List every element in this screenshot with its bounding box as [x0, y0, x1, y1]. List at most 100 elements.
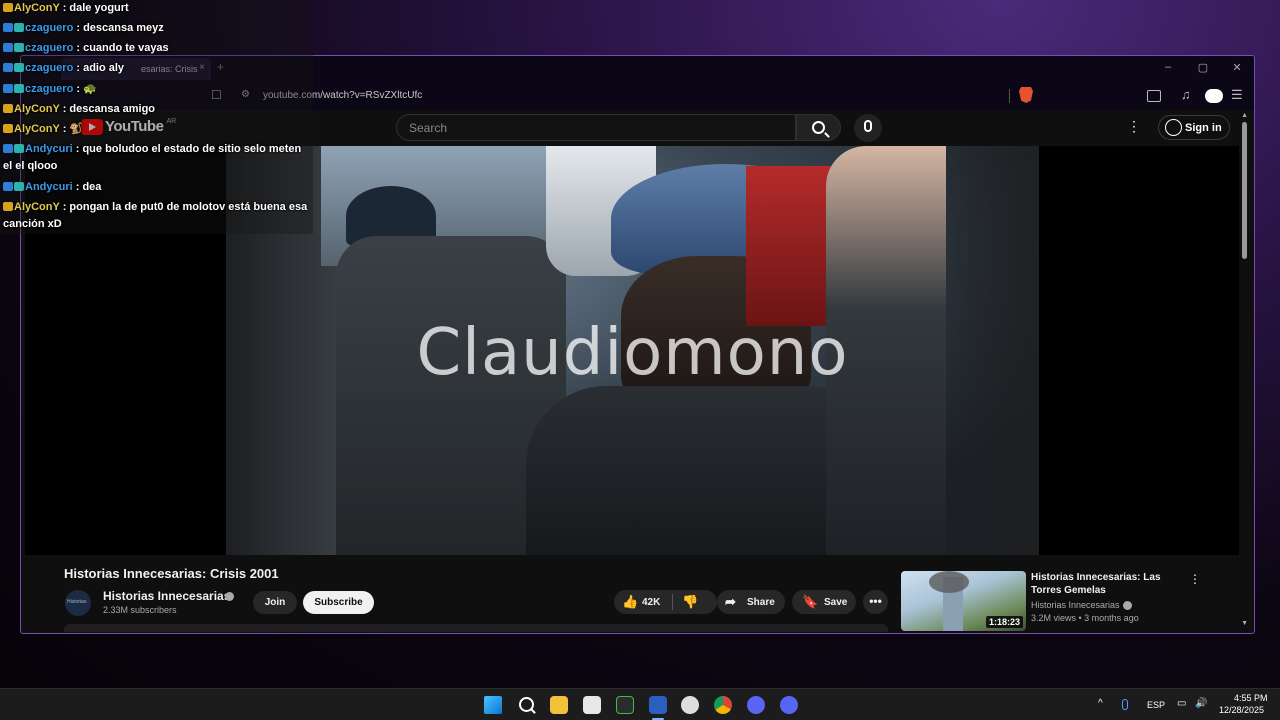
extension-icon[interactable]: [1205, 89, 1223, 103]
windows-start-icon[interactable]: [484, 696, 502, 714]
recommendation-title[interactable]: Historias Innecesarias: Las Torres Gemel…: [1031, 571, 1171, 597]
channel-name[interactable]: Historias Innecesarias: [103, 589, 230, 603]
brave-shields-icon[interactable]: [1019, 87, 1033, 103]
chat-badge-icon: [3, 182, 13, 191]
discord-icon[interactable]: [780, 696, 798, 714]
save-label: Save: [824, 597, 848, 608]
store-icon[interactable]: [583, 696, 601, 714]
video-watermark: Claudiomono: [416, 316, 849, 390]
description-box[interactable]: [64, 624, 888, 632]
thumbs-down-icon[interactable]: 👎: [682, 594, 698, 610]
chat-username[interactable]: AlyConY: [14, 123, 60, 135]
close-window-button[interactable]: ✕: [1229, 61, 1245, 74]
clock-date[interactable]: 12/28/2025: [1219, 705, 1264, 715]
chat-message: Andycuri : dea: [3, 179, 313, 196]
chat-badge-icon: [3, 43, 13, 52]
maximize-button[interactable]: ▢: [1195, 61, 1211, 74]
subscribe-button[interactable]: Subscribe: [303, 591, 374, 614]
search-button[interactable]: [796, 114, 841, 141]
taskbar: ^ ESP ▭ 🔊: [0, 688, 1280, 720]
join-button[interactable]: Join: [253, 591, 297, 614]
chat-username[interactable]: Andycuri: [25, 143, 73, 155]
like-dislike-group: 👍 42K 👎: [614, 590, 717, 614]
chat-text: : 🐢: [73, 83, 97, 95]
like-divider: [672, 594, 673, 610]
chat-badge-icon: [3, 3, 13, 12]
verified-icon: [1123, 601, 1132, 610]
browser-menu-icon[interactable]: ☰: [1231, 87, 1243, 103]
volume-icon[interactable]: 🔊: [1195, 698, 1207, 709]
channel-avatar[interactable]: Historias: [65, 590, 91, 616]
user-icon: [1165, 119, 1182, 136]
microphone-tray-icon[interactable]: [1122, 699, 1128, 710]
video-duration: 1:18:23: [985, 616, 1023, 628]
chat-text: : dea: [72, 181, 102, 193]
clock-time[interactable]: 4:55 PM: [1234, 693, 1268, 703]
video-red-shirt: [746, 166, 836, 326]
save-button[interactable]: 🔖 Save: [792, 590, 856, 614]
chat-text: : 🐒: [59, 123, 84, 135]
share-button[interactable]: ➦ Share: [717, 590, 785, 614]
chat-username[interactable]: AlyConY: [14, 201, 60, 213]
chat-badge-icon: [14, 43, 24, 52]
network-icon[interactable]: ▭: [1177, 698, 1186, 709]
chat-badge-icon: [3, 63, 13, 72]
address-divider: [1009, 89, 1010, 103]
video-frame[interactable]: Claudiomono: [226, 146, 1039, 555]
chat-badge-icon: [14, 63, 24, 72]
app-icon[interactable]: [681, 696, 699, 714]
settings-more-icon[interactable]: ⋮: [1127, 118, 1141, 135]
smoke-image: [929, 571, 969, 593]
chat-badge-icon: [3, 84, 13, 93]
terminal-icon[interactable]: [616, 696, 634, 714]
recommendation-channel[interactable]: Historias Innecesarias: [1031, 600, 1120, 610]
bookmark-save-icon: 🔖: [802, 594, 819, 609]
file-explorer-icon[interactable]: [550, 696, 568, 714]
scrollbar-thumb[interactable]: [1242, 122, 1247, 259]
sign-in-label: Sign in: [1185, 122, 1222, 134]
chat-username[interactable]: AlyConY: [14, 103, 60, 115]
chat-message: czaguero : cuando te vayas: [3, 40, 313, 57]
chat-badge-icon: [14, 182, 24, 191]
sign-in-button[interactable]: Sign in: [1158, 115, 1230, 140]
chat-username[interactable]: czaguero: [25, 22, 73, 34]
tray-chevron-icon[interactable]: ^: [1098, 698, 1103, 709]
recommendation-more-icon[interactable]: ⋮: [1189, 572, 1201, 586]
chat-badge-icon: [3, 104, 13, 113]
chat-badge-icon: [14, 84, 24, 93]
voice-search-button[interactable]: [854, 114, 882, 142]
search-box: [396, 114, 796, 141]
chat-badge-icon: [14, 23, 24, 32]
chat-text: : dale yogurt: [59, 2, 129, 14]
chrome-icon[interactable]: [714, 696, 732, 714]
taskbar-search-icon[interactable]: [518, 696, 536, 714]
chat-username[interactable]: czaguero: [25, 42, 73, 54]
discord-icon[interactable]: [747, 696, 765, 714]
language-indicator[interactable]: ESP: [1147, 700, 1165, 710]
minimize-button[interactable]: –: [1160, 61, 1176, 73]
search-input[interactable]: [397, 115, 795, 140]
recommendation-thumbnail[interactable]: 1:18:23: [901, 571, 1026, 631]
scroll-up-arrow[interactable]: ▲: [1241, 112, 1248, 119]
chat-username[interactable]: AlyConY: [14, 2, 60, 14]
thumbs-up-icon[interactable]: 👍: [622, 594, 638, 610]
chat-badge-icon: [3, 124, 13, 133]
wallet-icon[interactable]: [1147, 90, 1161, 102]
media-icon[interactable]: ♫: [1181, 87, 1191, 102]
chat-username[interactable]: Andycuri: [25, 181, 73, 193]
chat-badge-icon: [3, 144, 13, 153]
browser-app-icon[interactable]: [649, 696, 667, 714]
chat-badge-icon: [3, 202, 13, 211]
video-title: Historias Innecesarias: Crisis 2001: [64, 566, 279, 581]
chat-username[interactable]: czaguero: [25, 62, 73, 74]
like-count[interactable]: 42K: [642, 597, 660, 608]
scroll-down-arrow[interactable]: ▼: [1241, 620, 1248, 627]
chat-message: AlyConY : dale yogurt: [3, 0, 313, 17]
microphone-icon: [864, 120, 872, 132]
chat-message: czaguero : 🐢: [3, 81, 313, 98]
more-actions-button[interactable]: •••: [863, 590, 888, 614]
chat-message: AlyConY : pongan la de put0 de molotov e…: [3, 199, 313, 233]
chat-username[interactable]: czaguero: [25, 83, 73, 95]
share-icon: ➦: [725, 594, 736, 609]
chat-text: : descansa meyz: [73, 22, 164, 34]
